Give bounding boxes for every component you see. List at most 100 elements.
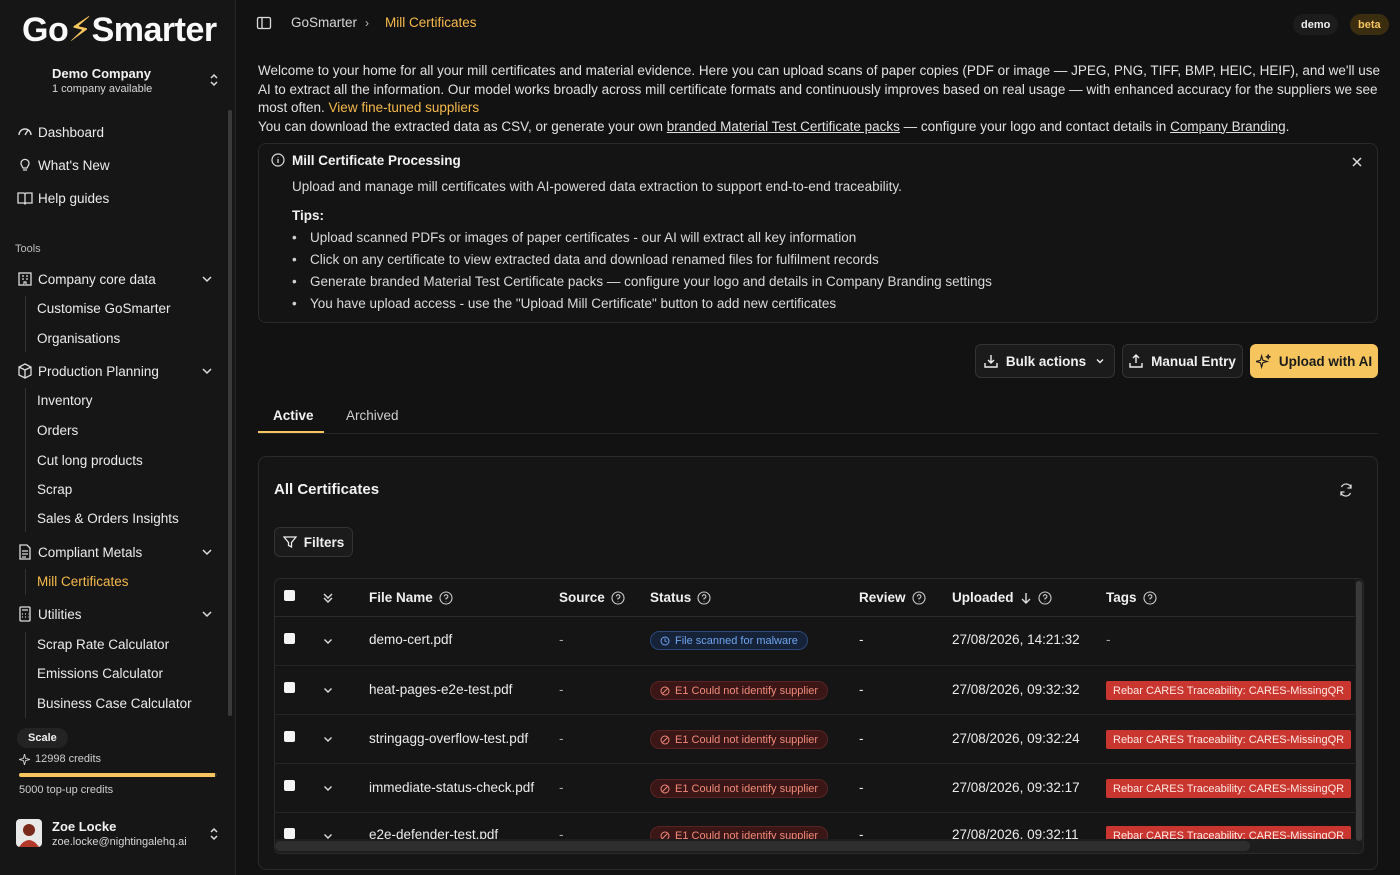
help-circle-icon[interactable] <box>1037 590 1052 605</box>
credits-info: 12998 credits <box>19 753 101 765</box>
select-all-checkbox[interactable] <box>284 590 295 601</box>
credits-count: 12998 credits <box>35 753 102 765</box>
user-email: zoe.locke@nightingalehq.ai <box>52 836 187 848</box>
filters-label: Filters <box>303 534 345 550</box>
col-uploaded[interactable]: Uploaded <box>952 590 1052 605</box>
status-text: E1 Could not identify supplier <box>675 782 819 795</box>
tips-label: Tips: <box>292 208 325 223</box>
chevron-down-icon[interactable] <box>322 782 334 794</box>
nav-organisations[interactable]: Organisations <box>37 327 120 349</box>
help-circle-icon[interactable] <box>697 590 711 605</box>
refresh-icon[interactable] <box>1339 483 1353 497</box>
nav-inventory[interactable]: Inventory <box>37 389 93 411</box>
tab-active[interactable]: Active <box>273 408 314 423</box>
intro-text: Welcome to your home for all your mill c… <box>258 62 1382 136</box>
help-circle-icon[interactable] <box>439 590 453 605</box>
row-checkbox[interactable] <box>284 633 295 644</box>
table-row[interactable]: stringagg-overflow-test.pdf - E1 Could n… <box>275 715 1363 764</box>
col-review[interactable]: Review <box>859 590 926 605</box>
breadcrumb-home[interactable]: GoSmarter <box>291 15 357 30</box>
row-checkbox[interactable] <box>284 682 295 693</box>
sidebar-scrollbar[interactable] <box>228 110 232 716</box>
nav-utilities[interactable]: Utilities <box>10 601 220 627</box>
company-switcher[interactable]: Demo Company 1 company available <box>14 60 224 100</box>
bulk-actions-button[interactable]: Bulk actions <box>975 344 1115 378</box>
filters-button[interactable]: Filters <box>274 527 353 557</box>
uploaded-cell: 27/08/2026, 09:32:17 <box>952 780 1080 795</box>
table-horizontal-scrollbar[interactable] <box>275 839 1363 853</box>
col-source-label: Source <box>559 590 605 605</box>
nav-compliant-metals[interactable]: Compliant Metals <box>10 539 220 565</box>
col-tags[interactable]: Tags <box>1106 590 1157 605</box>
nav-scrap-rate-calculator[interactable]: Scrap Rate Calculator <box>37 633 169 655</box>
table-vertical-scrollbar[interactable] <box>1355 579 1363 853</box>
nav-customise-gosmarter[interactable]: Customise GoSmarter <box>37 297 171 319</box>
nav-sales-orders-insights[interactable]: Sales & Orders Insights <box>37 507 179 529</box>
uploaded-cell: 27/08/2026, 14:21:32 <box>952 632 1080 647</box>
table-row[interactable]: heat-pages-e2e-test.pdf - E1 Could not i… <box>275 666 1363 715</box>
upload-icon <box>1129 354 1143 368</box>
row-checkbox[interactable] <box>284 780 295 791</box>
upload-with-ai-button[interactable]: Upload with AI <box>1250 344 1378 378</box>
help-circle-icon[interactable] <box>1142 590 1157 605</box>
nav-help-guides[interactable]: Help guides <box>10 185 220 211</box>
table-header: File Name Source Status Review Uploaded … <box>275 579 1363 617</box>
download-icon <box>984 355 998 368</box>
close-icon[interactable] <box>1351 156 1363 168</box>
horizontal-scroll-thumb[interactable] <box>275 841 1250 851</box>
info-alert: Mill Certificate Processing Upload and m… <box>258 143 1378 323</box>
tag-chip[interactable]: Rebar CARES Traceability: CARES-MissingQ… <box>1106 779 1352 798</box>
review-cell: - <box>859 731 864 746</box>
chevron-down-icon[interactable] <box>322 635 334 647</box>
calculator-icon <box>19 606 31 622</box>
status-badge: E1 Could not identify supplier <box>650 779 829 798</box>
table-row[interactable]: immediate-status-check.pdf - E1 Could no… <box>275 764 1363 813</box>
credits-progress-fill <box>19 773 216 777</box>
row-checkbox[interactable] <box>284 828 295 839</box>
certificates-card: All Certificates Filters File Name Sourc… <box>258 456 1378 870</box>
help-circle-icon[interactable] <box>911 590 926 605</box>
nav-orders[interactable]: Orders <box>37 419 78 441</box>
nav-production-planning[interactable]: Production Planning <box>10 358 220 384</box>
company-branding-link[interactable]: Company Branding <box>1170 119 1286 134</box>
manual-entry-button[interactable]: Manual Entry <box>1122 344 1243 378</box>
intro-p2-text-a: You can download the extracted data as C… <box>258 118 667 134</box>
chevron-down-icon[interactable] <box>322 684 334 696</box>
col-source[interactable]: Source <box>559 590 625 605</box>
branded-mtc-packs-link[interactable]: branded Material Test Certificate packs <box>667 119 900 134</box>
file-name-cell[interactable]: heat-pages-e2e-test.pdf <box>369 682 512 697</box>
tips-list: Upload scanned PDFs or images of paper c… <box>292 229 992 317</box>
nav-whats-new[interactable]: What's New <box>10 152 220 178</box>
nav-emissions-calculator[interactable]: Emissions Calculator <box>37 662 163 684</box>
table-row[interactable]: demo-cert.pdf - File scanned for malware… <box>275 617 1363 666</box>
sparkle-icon <box>19 753 30 765</box>
sidebar-toggle-icon[interactable] <box>256 15 272 31</box>
nav-business-case-calculator[interactable]: Business Case Calculator <box>37 692 192 714</box>
certificates-table: File Name Source Status Review Uploaded … <box>274 578 1364 854</box>
tab-archived[interactable]: Archived <box>346 408 399 423</box>
row-checkbox[interactable] <box>284 731 295 742</box>
col-tags-label: Tags <box>1106 590 1137 605</box>
user-name: Zoe Locke <box>52 819 117 834</box>
help-circle-icon[interactable] <box>611 590 625 605</box>
tag-chip[interactable]: Rebar CARES Traceability: CARES-MissingQ… <box>1106 730 1352 749</box>
nav-mill-certificates[interactable]: Mill Certificates <box>37 570 129 592</box>
chevrons-down-icon[interactable] <box>322 591 334 605</box>
chevron-down-icon[interactable] <box>322 733 334 745</box>
nav-cut-long-products[interactable]: Cut long products <box>37 449 143 471</box>
tag-chip[interactable]: Rebar CARES Traceability: CARES-MissingQ… <box>1106 681 1352 700</box>
file-name-cell[interactable]: demo-cert.pdf <box>369 632 452 647</box>
uploaded-cell: 27/08/2026, 09:32:32 <box>952 682 1080 697</box>
vertical-scroll-thumb[interactable] <box>1356 581 1362 841</box>
file-name-cell[interactable]: stringagg-overflow-test.pdf <box>369 731 528 746</box>
nav-dashboard[interactable]: Dashboard <box>10 119 220 145</box>
nav-scrap[interactable]: Scrap <box>37 478 72 500</box>
file-name-cell[interactable]: immediate-status-check.pdf <box>369 780 534 795</box>
user-menu[interactable]: Zoe Locke zoe.locke@nightingalehq.ai <box>14 814 224 854</box>
col-file-name[interactable]: File Name <box>369 590 453 605</box>
gosmarter-logo[interactable]: Go⚡Smarter <box>22 10 222 50</box>
nav-company-core-data[interactable]: Company core data <box>10 266 220 292</box>
fine-tuned-suppliers-link[interactable]: View fine-tuned suppliers <box>329 100 480 115</box>
review-cell: - <box>859 780 864 795</box>
col-status[interactable]: Status <box>650 590 711 605</box>
